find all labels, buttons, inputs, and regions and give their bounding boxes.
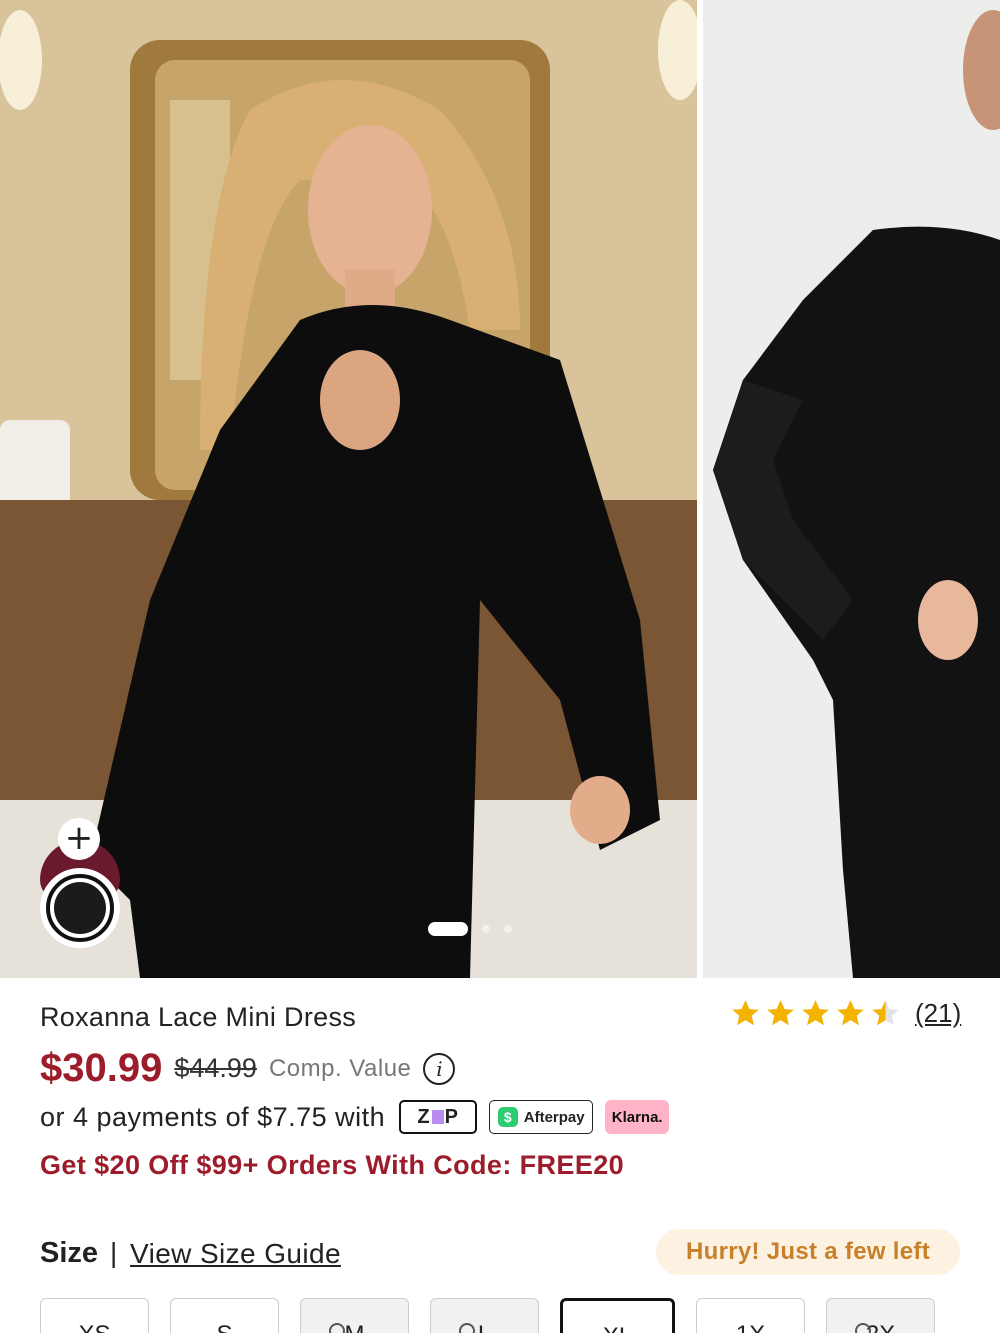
klarna-badge[interactable]: Klarna.	[605, 1100, 670, 1134]
size-option-label: M	[345, 1321, 365, 1333]
afterpay-badge[interactable]: $ Afterpay	[489, 1100, 594, 1134]
pagination-dot[interactable]	[504, 925, 512, 933]
star-icon	[767, 1000, 794, 1026]
rating-stars	[730, 998, 901, 1029]
star-icon	[837, 1000, 864, 1026]
pagination-dot-active[interactable]	[428, 922, 468, 936]
product-photo-secondary[interactable]	[703, 0, 1000, 978]
add-color-button[interactable]: +	[58, 818, 100, 860]
color-swatch-black-selected[interactable]	[40, 868, 120, 948]
zip-badge[interactable]: ZP	[399, 1100, 478, 1134]
star-icon	[872, 1000, 899, 1026]
size-option-label: 1X	[736, 1321, 765, 1333]
original-price: $44.99	[174, 1053, 257, 1083]
installments-text: or 4 payments of $7.75 with	[40, 1101, 386, 1132]
product-title: Roxanna Lace Mini Dress	[40, 1002, 357, 1032]
promo-message: Get $20 Off $99+ Orders With Code: FREE2…	[40, 1150, 625, 1180]
afterpay-icon: $	[497, 1107, 518, 1127]
installments-row: or 4 payments of $7.75 with ZP $ Afterpa…	[40, 1100, 670, 1134]
star-icon	[732, 1000, 759, 1026]
size-option-2x[interactable]: 2X	[826, 1298, 935, 1333]
size-option-label: S	[216, 1321, 232, 1333]
size-option-m[interactable]: M	[300, 1298, 409, 1333]
size-guide-link[interactable]: View Size Guide	[130, 1238, 341, 1270]
size-option-xl[interactable]: XL	[560, 1298, 675, 1333]
size-option-label: XL	[603, 1323, 632, 1333]
share-icon[interactable]	[900, 898, 960, 958]
size-option-label: L	[478, 1321, 491, 1333]
size-option-label: XS	[78, 1321, 110, 1333]
comp-value-label: Comp. Value	[268, 1054, 412, 1082]
sale-price: $30.99	[40, 1046, 163, 1090]
size-option-l[interactable]: L	[430, 1298, 539, 1333]
price-row: $30.99 $44.99 Comp. Value i	[40, 1046, 456, 1091]
pagination-dot[interactable]	[482, 925, 490, 933]
info-icon[interactable]: i	[423, 1052, 456, 1085]
product-photo-main[interactable]	[0, 0, 697, 978]
size-option-xs[interactable]: XS	[40, 1298, 149, 1333]
low-stock-badge: Hurry! Just a few left	[656, 1229, 960, 1275]
size-label: Size	[40, 1237, 99, 1269]
model-photo-illustration	[0, 0, 697, 978]
size-option-1x[interactable]: 1X	[696, 1298, 805, 1333]
size-options: XS S M L XL 1X 2X	[40, 1298, 935, 1333]
notify-icon	[855, 1323, 871, 1333]
size-option-s[interactable]: S	[170, 1298, 279, 1333]
gallery-pagination[interactable]	[428, 922, 512, 936]
star-icon	[802, 1000, 829, 1026]
notify-icon	[459, 1323, 475, 1333]
review-count-link[interactable]: (21)	[915, 998, 961, 1029]
notify-icon	[329, 1323, 345, 1333]
product-rating[interactable]: (21)	[730, 998, 961, 1029]
afterpay-label: Afterpay	[523, 1108, 585, 1126]
product-gallery[interactable]: +	[0, 0, 1000, 978]
size-separator: |	[110, 1237, 118, 1268]
model-photo-illustration-2	[713, 10, 1000, 978]
